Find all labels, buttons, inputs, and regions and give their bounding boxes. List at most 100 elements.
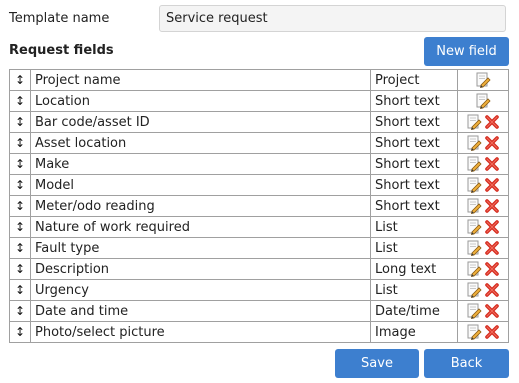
field-row: ↕ Fault type List [9,237,509,259]
drag-handle-icon[interactable]: ↕ [15,157,25,171]
drag-handle-cell[interactable]: ↕ [9,111,31,133]
field-type: Image [370,321,458,343]
drag-handle-icon[interactable]: ↕ [15,283,25,297]
field-type: Short text [370,195,458,217]
save-button[interactable]: Save [335,349,419,378]
field-row: ↕ Photo/select picture Image [9,321,509,343]
drag-handle-icon[interactable]: ↕ [15,262,25,276]
field-name: Project name [30,69,371,91]
field-name: Date and time [30,300,371,322]
edit-pencil-icon[interactable] [466,324,482,340]
drag-handle-icon[interactable]: ↕ [15,325,25,339]
field-type: Short text [370,90,458,112]
field-row: ↕ Description Long text [9,258,509,280]
template-name-input[interactable] [159,5,506,32]
field-type: Project [370,69,458,91]
field-actions [457,153,509,175]
field-actions [457,111,509,133]
field-type: List [370,216,458,238]
field-row: ↕ Make Short text [9,153,509,175]
delete-x-icon[interactable] [484,282,500,298]
edit-pencil-icon[interactable] [466,177,482,193]
drag-handle-icon[interactable]: ↕ [15,136,25,150]
field-actions [457,216,509,238]
field-row: ↕ Urgency List [9,279,509,301]
new-field-button[interactable]: New field [424,37,509,66]
field-type: Short text [370,153,458,175]
edit-pencil-icon[interactable] [466,240,482,256]
delete-x-icon[interactable] [484,219,500,235]
edit-pencil-icon[interactable] [466,156,482,172]
field-actions [457,321,509,343]
field-type: Short text [370,111,458,133]
field-type: List [370,237,458,259]
delete-x-icon[interactable] [484,324,500,340]
drag-handle-cell[interactable]: ↕ [9,279,31,301]
delete-x-icon[interactable] [484,135,500,151]
field-name: Asset location [30,132,371,154]
delete-x-icon[interactable] [484,114,500,130]
field-name: Meter/odo reading [30,195,371,217]
drag-handle-cell[interactable]: ↕ [9,321,31,343]
drag-handle-cell[interactable]: ↕ [9,174,31,196]
field-row: ↕ Meter/odo reading Short text [9,195,509,217]
delete-x-icon[interactable] [484,303,500,319]
delete-x-icon[interactable] [484,261,500,277]
field-row: ↕ Project name Project [9,69,509,91]
edit-pencil-icon[interactable] [475,72,491,88]
field-actions [457,237,509,259]
edit-pencil-icon[interactable] [466,261,482,277]
drag-handle-cell[interactable]: ↕ [9,132,31,154]
drag-handle-icon[interactable]: ↕ [15,73,25,87]
field-actions [457,195,509,217]
field-name: Make [30,153,371,175]
delete-x-icon[interactable] [484,240,500,256]
field-type: List [370,279,458,301]
field-row: ↕ Location Short text [9,90,509,112]
field-actions [457,90,509,112]
drag-handle-cell[interactable]: ↕ [9,258,31,280]
field-name: Bar code/asset ID [30,111,371,133]
drag-handle-cell[interactable]: ↕ [9,90,31,112]
edit-pencil-icon[interactable] [466,114,482,130]
edit-pencil-icon[interactable] [466,282,482,298]
drag-handle-icon[interactable]: ↕ [15,304,25,318]
field-actions [457,69,509,91]
delete-x-icon[interactable] [484,177,500,193]
drag-handle-icon[interactable]: ↕ [15,115,25,129]
drag-handle-cell[interactable]: ↕ [9,195,31,217]
field-row: ↕ Asset location Short text [9,132,509,154]
field-name: Photo/select picture [30,321,371,343]
field-row: ↕ Bar code/asset ID Short text [9,111,509,133]
edit-pencil-icon[interactable] [475,93,491,109]
drag-handle-icon[interactable]: ↕ [15,199,25,213]
edit-pencil-icon[interactable] [466,303,482,319]
edit-pencil-icon[interactable] [466,219,482,235]
field-actions [457,300,509,322]
drag-handle-cell[interactable]: ↕ [9,237,31,259]
drag-handle-cell[interactable]: ↕ [9,69,31,91]
edit-pencil-icon[interactable] [466,135,482,151]
drag-handle-icon[interactable]: ↕ [15,220,25,234]
field-row: ↕ Model Short text [9,174,509,196]
field-actions [457,174,509,196]
drag-handle-cell[interactable]: ↕ [9,300,31,322]
field-actions [457,279,509,301]
field-row: ↕ Date and time Date/time [9,300,509,322]
delete-x-icon[interactable] [484,198,500,214]
field-name: Model [30,174,371,196]
field-name: Urgency [30,279,371,301]
request-fields-title: Request fields [9,43,114,58]
drag-handle-cell[interactable]: ↕ [9,153,31,175]
field-name: Description [30,258,371,280]
request-fields-table: ↕ Project name Project ↕ Location Short text ↕… [9,69,509,343]
edit-pencil-icon[interactable] [466,198,482,214]
drag-handle-icon[interactable]: ↕ [15,94,25,108]
drag-handle-icon[interactable]: ↕ [15,178,25,192]
field-type: Short text [370,132,458,154]
delete-x-icon[interactable] [484,156,500,172]
field-type: Long text [370,258,458,280]
drag-handle-cell[interactable]: ↕ [9,216,31,238]
back-button[interactable]: Back [424,349,509,378]
drag-handle-icon[interactable]: ↕ [15,241,25,255]
